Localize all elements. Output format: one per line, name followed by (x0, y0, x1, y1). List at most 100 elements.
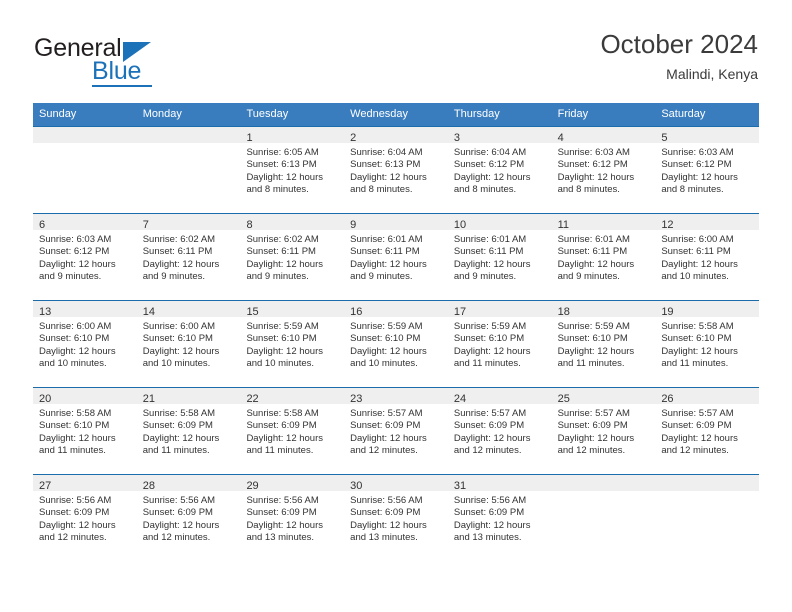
day-cell-29[interactable]: 29 Sunrise: 5:56 AM Sunset: 6:09 PM Dayligh… (240, 474, 345, 561)
day-detail-line: and 8 minutes. (350, 184, 413, 196)
day-number-band: 21 (136, 388, 241, 405)
day-detail-line: Daylight: 12 hours (142, 345, 220, 357)
day-cell-24[interactable]: 24 Sunrise: 5:57 AM Sunset: 6:09 PM Dayligh… (447, 387, 552, 474)
day-cell-16[interactable]: 16 Sunrise: 5:59 AM Sunset: 6:10 PM Dayligh… (344, 300, 448, 387)
day-details: Sunrise: 6:00 AM Sunset: 6:11 PM Daylight:… (655, 230, 759, 284)
day-cell-25[interactable]: 25 Sunrise: 5:57 AM Sunset: 6:09 PM Dayligh… (551, 387, 656, 474)
day-detail-line: and 10 minutes. (350, 358, 418, 370)
day-cell-15[interactable]: 15 Sunrise: 5:59 AM Sunset: 6:10 PM Dayligh… (240, 300, 345, 387)
day-cell-6[interactable]: 6 Sunrise: 6:03 AM Sunset: 6:12 PM Daylight… (33, 213, 137, 300)
day-cell-9[interactable]: 9 Sunrise: 6:01 AM Sunset: 6:11 PM Daylight… (344, 213, 448, 300)
general-blue-logo: General Blue (34, 34, 234, 90)
day-cell-28[interactable]: 28 Sunrise: 5:56 AM Sunset: 6:09 PM Dayligh… (136, 474, 241, 561)
day-cell-26[interactable]: 26 Sunrise: 5:57 AM Sunset: 6:09 PM Dayligh… (655, 387, 760, 474)
day-detail-line: Sunset: 6:12 PM (557, 159, 628, 171)
day-number-band: 9 (344, 214, 448, 231)
day-details: Sunrise: 6:01 AM Sunset: 6:11 PM Daylight:… (448, 230, 552, 284)
day-cell-8[interactable]: 8 Sunrise: 6:02 AM Sunset: 6:11 PM Daylight… (240, 213, 345, 300)
day-number-band: 13 (33, 301, 137, 318)
day-detail-line: Sunset: 6:10 PM (453, 333, 525, 345)
day-cell-10[interactable]: 10 Sunrise: 6:01 AM Sunset: 6:11 PM Dayligh… (447, 213, 552, 300)
week-row: 20 Sunrise: 5:58 AM Sunset: 6:10 PM Dayligh… (33, 387, 760, 474)
day-number: 18 (557, 306, 570, 318)
day-detail-line: Sunrise: 5:56 AM (142, 495, 216, 506)
day-cell-14[interactable]: 14 Sunrise: 6:00 AM Sunset: 6:10 PM Dayligh… (136, 300, 241, 387)
day-detail-line: Sunset: 6:13 PM (350, 159, 421, 171)
day-detail-line: Sunset: 6:10 PM (39, 333, 110, 345)
day-detail-line: Daylight: 12 hours (453, 519, 531, 531)
day-details: Sunrise: 5:57 AM Sunset: 6:09 PM Daylight:… (552, 404, 656, 458)
day-detail-line: Daylight: 12 hours (453, 258, 531, 270)
day-number: 10 (453, 219, 467, 231)
day-number-band: 30 (344, 475, 448, 492)
day-number: 26 (661, 393, 674, 405)
day-detail-line: and 11 minutes. (39, 445, 106, 457)
day-number-band: 20 (33, 388, 137, 405)
day-cell-4[interactable]: 4 Sunrise: 6:03 AM Sunset: 6:12 PM Daylight… (551, 126, 656, 213)
day-detail-line: Sunrise: 6:03 AM (39, 234, 112, 245)
day-detail-line: and 12 minutes. (557, 445, 626, 457)
day-cell-13[interactable]: 13 Sunrise: 6:00 AM Sunset: 6:10 PM Dayligh… (33, 300, 137, 387)
day-cell-23[interactable]: 23 Sunrise: 5:57 AM Sunset: 6:09 PM Dayligh… (344, 387, 448, 474)
day-cell-5[interactable]: 5 Sunrise: 6:03 AM Sunset: 6:12 PM Daylight… (655, 126, 760, 213)
day-number: 9 (350, 219, 357, 231)
day-cell-1[interactable]: 1 Sunrise: 6:05 AM Sunset: 6:13 PM Daylight… (240, 126, 345, 213)
day-detail-line: Sunrise: 5:59 AM (246, 321, 319, 332)
day-detail-line: and 10 minutes. (142, 358, 211, 370)
day-detail-line: and 11 minutes. (557, 358, 625, 370)
day-cell-22[interactable]: 22 Sunrise: 5:58 AM Sunset: 6:09 PM Dayligh… (240, 387, 345, 474)
day-number: 5 (661, 132, 668, 144)
day-detail-line: Sunrise: 6:04 AM (350, 147, 423, 158)
day-cell-30[interactable]: 30 Sunrise: 5:56 AM Sunset: 6:09 PM Dayligh… (344, 474, 448, 561)
day-number: 21 (142, 393, 155, 405)
day-details: Sunrise: 5:56 AM Sunset: 6:09 PM Daylight:… (33, 491, 137, 545)
day-details: Sunrise: 5:56 AM Sunset: 6:09 PM Daylight:… (137, 491, 241, 545)
day-number-band: 6 (33, 214, 137, 231)
day-number-band: 3 (447, 127, 552, 144)
day-cell-11[interactable]: 11 Sunrise: 6:01 AM Sunset: 6:11 PM Dayligh… (551, 213, 656, 300)
calendar-weeks: 1 Sunrise: 6:05 AM Sunset: 6:13 PM Daylight… (33, 126, 760, 561)
page-header: General Blue October 2024 Malindi, Kenya (34, 28, 758, 98)
day-detail-line: and 13 minutes. (350, 532, 418, 544)
day-detail-line: Sunrise: 5:56 AM (39, 495, 112, 506)
day-detail-line: Daylight: 12 hours (142, 432, 220, 444)
day-number-band (33, 127, 137, 143)
day-cell-empty (33, 126, 137, 213)
day-detail-line: Sunrise: 5:56 AM (246, 495, 319, 506)
weekday-header-saturday: Saturday (661, 108, 706, 120)
day-detail-line: Sunset: 6:12 PM (453, 159, 525, 171)
day-number: 16 (350, 306, 363, 318)
day-detail-line: and 11 minutes. (142, 445, 210, 457)
day-cell-17[interactable]: 17 Sunrise: 5:59 AM Sunset: 6:10 PM Dayligh… (447, 300, 552, 387)
day-cell-3[interactable]: 3 Sunrise: 6:04 AM Sunset: 6:12 PM Daylight… (447, 126, 552, 213)
day-detail-line: Sunset: 6:10 PM (350, 333, 421, 345)
day-details: Sunrise: 5:57 AM Sunset: 6:09 PM Daylight:… (448, 404, 552, 458)
day-number: 3 (453, 132, 460, 144)
day-cell-20[interactable]: 20 Sunrise: 5:58 AM Sunset: 6:10 PM Dayligh… (33, 387, 137, 474)
day-detail-line: Sunrise: 6:03 AM (557, 147, 630, 158)
day-cell-7[interactable]: 7 Sunrise: 6:02 AM Sunset: 6:11 PM Daylight… (136, 213, 241, 300)
day-detail-line: Daylight: 12 hours (350, 345, 427, 357)
weekday-header-tuesday: Tuesday (246, 108, 289, 120)
day-cell-27[interactable]: 27 Sunrise: 5:56 AM Sunset: 6:09 PM Dayligh… (33, 474, 137, 561)
day-number-band: 10 (447, 214, 552, 231)
day-cell-18[interactable]: 18 Sunrise: 5:59 AM Sunset: 6:10 PM Dayligh… (551, 300, 656, 387)
weekday-header-thursday: Thursday (453, 108, 500, 120)
day-number: 4 (557, 132, 564, 144)
day-number-band: 27 (33, 475, 137, 492)
day-detail-line: Daylight: 12 hours (246, 171, 324, 183)
day-detail-line: Sunrise: 6:04 AM (453, 147, 527, 158)
day-cell-12[interactable]: 12 Sunrise: 6:00 AM Sunset: 6:11 PM Dayligh… (655, 213, 760, 300)
day-detail-line: Sunrise: 5:57 AM (661, 408, 734, 419)
day-number: 28 (142, 480, 155, 492)
day-detail-line: Sunrise: 6:02 AM (142, 234, 216, 245)
day-detail-line: Sunrise: 6:05 AM (246, 147, 319, 158)
day-number: 8 (246, 219, 253, 231)
day-details: Sunrise: 6:04 AM Sunset: 6:12 PM Daylight:… (448, 143, 552, 197)
day-cell-31[interactable]: 31 Sunrise: 5:56 AM Sunset: 6:09 PM Dayligh… (447, 474, 552, 561)
day-details: Sunrise: 6:00 AM Sunset: 6:10 PM Daylight:… (33, 317, 137, 371)
day-cell-2[interactable]: 2 Sunrise: 6:04 AM Sunset: 6:13 PM Daylight… (344, 126, 448, 213)
day-cell-21[interactable]: 21 Sunrise: 5:58 AM Sunset: 6:09 PM Dayligh… (136, 387, 241, 474)
day-detail-line: Daylight: 12 hours (557, 258, 635, 270)
day-cell-19[interactable]: 19 Sunrise: 5:58 AM Sunset: 6:10 PM Dayligh… (655, 300, 760, 387)
